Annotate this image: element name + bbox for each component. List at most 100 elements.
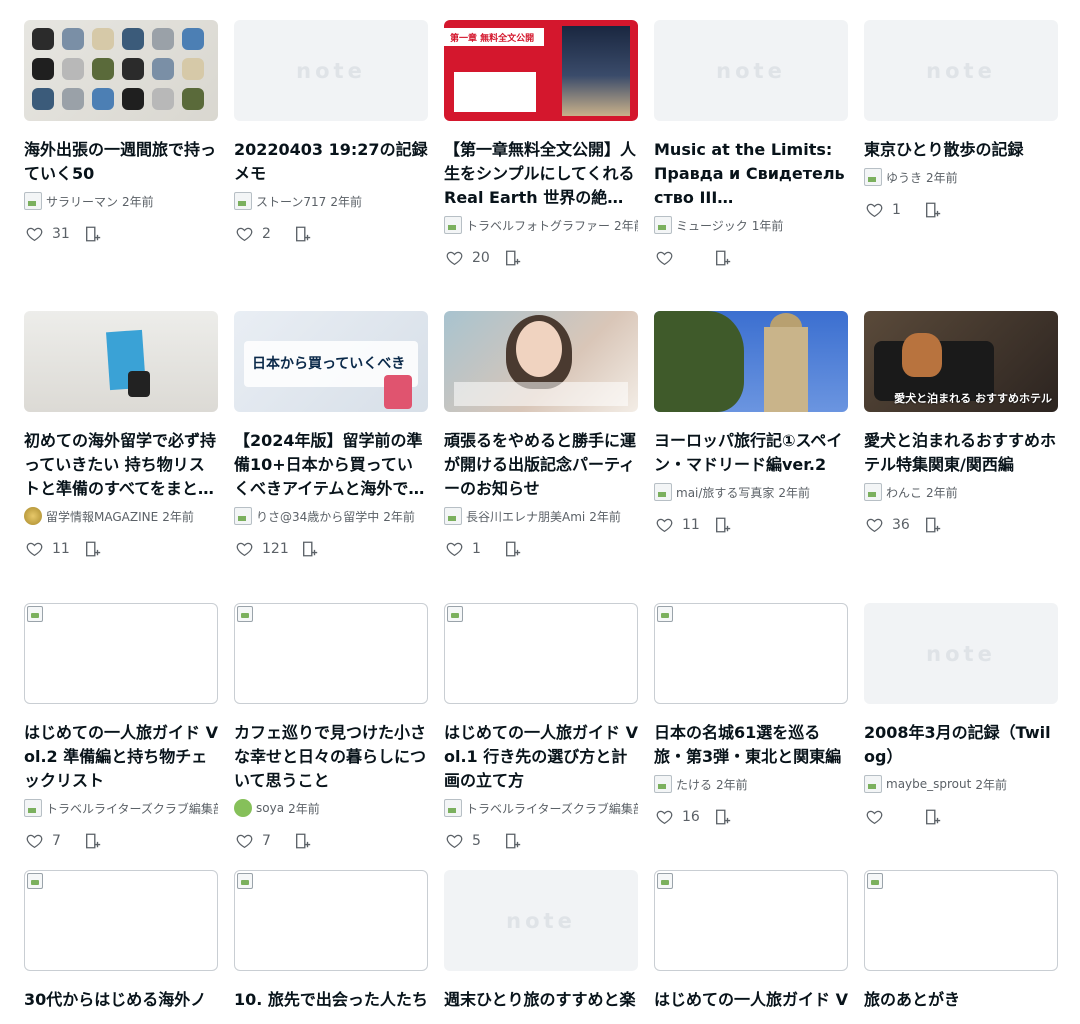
thumbnail-study-abroad[interactable]: 日本から買っていくべき — [234, 311, 428, 412]
thumbnail-placeholder[interactable]: note — [444, 870, 638, 971]
add-to-magazine-icon[interactable] — [924, 201, 942, 219]
add-to-magazine-icon[interactable] — [84, 540, 102, 558]
author-name[interactable]: maybe_sprout — [886, 777, 971, 791]
author-avatar[interactable] — [24, 507, 42, 525]
article-title[interactable]: 日本の名城61選を巡る旅・第3弾・東北と関東編 — [654, 721, 848, 769]
author-avatar[interactable] — [444, 216, 462, 234]
thumbnail-desk-photo[interactable] — [24, 311, 218, 412]
article-title[interactable]: 初めての海外留学で必ず持っていきたい 持ち物リストと準備のすべてをまとめた38の… — [24, 429, 218, 501]
article-card[interactable]: note 東京ひとり散歩の記録 ゆうき 2年前 1 — [864, 20, 1058, 311]
article-card[interactable]: ヨーロッパ旅行記①スペイン・マドリード編ver.2 mai/旅する写真家 2年前… — [654, 311, 848, 603]
like-heart-icon[interactable] — [445, 249, 464, 267]
article-card[interactable]: 第一章 無料全文公開 【第一章無料全文公開】人生をシンプルにしてくれる Real … — [444, 20, 638, 311]
article-card[interactable]: 愛犬と泊まれる おすすめホテル 愛犬と泊まれるおすすめホテル特集関東/関西編 わん… — [864, 311, 1058, 603]
add-to-magazine-icon[interactable] — [504, 832, 522, 850]
author-avatar[interactable] — [444, 507, 462, 525]
thumbnail-church-photo[interactable] — [654, 311, 848, 412]
article-author[interactable]: わんこ 2年前 — [864, 482, 1058, 502]
author-name[interactable]: トラベルフォトグラファー — [466, 217, 610, 234]
article-card[interactable]: 日本の名城61選を巡る旅・第3弾・東北と関東編 たける 2年前 16 — [654, 603, 848, 870]
article-author[interactable]: soya 2年前 — [234, 798, 428, 818]
add-to-magazine-icon[interactable] — [301, 540, 319, 558]
thumbnail-placeholder[interactable]: note — [654, 20, 848, 121]
article-title[interactable]: 海外出張の一週間旅で持っていく50 — [24, 138, 218, 186]
article-card[interactable]: 日本から買っていくべき【2024年版】留学前の準備10+日本から買っていくべきア… — [234, 311, 428, 603]
like-heart-icon[interactable] — [655, 249, 674, 267]
add-to-magazine-icon[interactable] — [84, 225, 102, 243]
thumbnail-broken-image[interactable] — [654, 870, 848, 971]
like-heart-icon[interactable] — [235, 225, 254, 243]
article-author[interactable]: ミュージック 1年前 — [654, 215, 848, 235]
author-avatar[interactable] — [24, 192, 42, 210]
article-author[interactable]: りさ@34歳から留学中 2年前 — [234, 506, 428, 526]
article-card[interactable]: 30代からはじめる海外ノマド生活のリアルな日常 — [24, 870, 218, 1010]
thumbnail-placeholder[interactable]: note — [864, 20, 1058, 121]
add-to-magazine-icon[interactable] — [714, 808, 732, 826]
author-name[interactable]: 長谷川エレナ朋美Ami — [466, 508, 585, 525]
article-author[interactable]: トラベルライターズクラブ編集部 2年前 — [444, 798, 638, 818]
author-name[interactable]: たける — [676, 776, 712, 793]
add-to-magazine-icon[interactable] — [294, 225, 312, 243]
like-heart-icon[interactable] — [445, 832, 464, 850]
article-title[interactable]: はじめての一人旅ガイド Vol.3 現地での過ごし方と注意点 — [654, 988, 848, 1010]
article-title[interactable]: はじめての一人旅ガイド Vol.2 準備編と持ち物チェックリスト — [24, 721, 218, 793]
article-author[interactable]: ストーン717 2年前 — [234, 191, 428, 211]
thumbnail-placeholder[interactable]: note — [864, 603, 1058, 704]
article-title[interactable]: 愛犬と泊まれるおすすめホテル特集関東/関西編 — [864, 429, 1058, 477]
author-avatar[interactable] — [654, 483, 672, 501]
add-to-magazine-icon[interactable] — [84, 832, 102, 850]
article-title[interactable]: 東京ひとり散歩の記録 — [864, 138, 1058, 162]
article-title[interactable]: 10. 旅先で出会った人たちのこと — [234, 988, 428, 1010]
author-avatar[interactable] — [654, 216, 672, 234]
like-heart-icon[interactable] — [25, 225, 44, 243]
author-avatar[interactable] — [234, 799, 252, 817]
thumbnail-broken-image[interactable] — [24, 603, 218, 704]
author-avatar[interactable] — [444, 799, 462, 817]
article-title[interactable]: ヨーロッパ旅行記①スペイン・マドリード編ver.2 — [654, 429, 848, 477]
article-author[interactable]: サラリーマン 2年前 — [24, 191, 218, 211]
article-card[interactable]: 海外出張の一週間旅で持っていく50 サラリーマン 2年前 31 — [24, 20, 218, 311]
author-avatar[interactable] — [654, 775, 672, 793]
like-heart-icon[interactable] — [235, 832, 254, 850]
like-heart-icon[interactable] — [25, 540, 44, 558]
like-heart-icon[interactable] — [865, 808, 884, 826]
article-title[interactable]: 20220403 19:27の記録メモ — [234, 138, 428, 186]
article-title[interactable]: Music at the Limits: Правда и Свидетельс… — [654, 138, 848, 210]
article-card[interactable]: カフェ巡りで見つけた小さな幸せと日々の暮らしについて思うこと soya 2年前 … — [234, 603, 428, 870]
thumbnail-broken-image[interactable] — [234, 603, 428, 704]
author-name[interactable]: トラベルライターズクラブ編集部 — [46, 800, 218, 817]
author-name[interactable]: サラリーマン — [46, 193, 118, 210]
article-title[interactable]: カフェ巡りで見つけた小さな幸せと日々の暮らしについて思うこと — [234, 721, 428, 793]
article-author[interactable]: トラベルライターズクラブ編集部 2年前 — [24, 798, 218, 818]
author-name[interactable]: わんこ — [886, 484, 922, 501]
article-card[interactable]: note 週末ひとり旅のすすめと楽しみ方 — [444, 870, 638, 1010]
article-title[interactable]: 頑張るをやめると勝手に運が開ける出版記念パーティーのお知らせ — [444, 429, 638, 501]
thumbnail-broken-image[interactable] — [864, 870, 1058, 971]
article-card[interactable]: 旅のあとがき — [864, 870, 1058, 1010]
article-card[interactable]: はじめての一人旅ガイド Vol.1 行き先の選び方と計画の立て方 トラベルライタ… — [444, 603, 638, 870]
add-to-magazine-icon[interactable] — [504, 249, 522, 267]
author-name[interactable]: トラベルライターズクラブ編集部 — [466, 800, 638, 817]
article-title[interactable]: 週末ひとり旅のすすめと楽しみ方 — [444, 988, 638, 1010]
author-avatar[interactable] — [864, 775, 882, 793]
like-heart-icon[interactable] — [25, 832, 44, 850]
article-title[interactable]: はじめての一人旅ガイド Vol.1 行き先の選び方と計画の立て方 — [444, 721, 638, 793]
author-avatar[interactable] — [864, 168, 882, 186]
author-avatar[interactable] — [234, 507, 252, 525]
author-name[interactable]: ゆうき — [886, 169, 922, 186]
article-author[interactable]: maybe_sprout 2年前 — [864, 774, 1058, 794]
like-heart-icon[interactable] — [655, 808, 674, 826]
author-avatar[interactable] — [864, 483, 882, 501]
author-avatar[interactable] — [24, 799, 42, 817]
author-name[interactable]: 留学情報MAGAZINE — [46, 508, 158, 525]
article-title[interactable]: 【2024年版】留学前の準備10+日本から買っていくべきアイテムと海外で買えるも… — [234, 429, 428, 501]
add-to-magazine-icon[interactable] — [714, 516, 732, 534]
article-card[interactable]: note Music at the Limits: Правда и Свидет… — [654, 20, 848, 311]
article-author[interactable]: 長谷川エレナ朋美Ami 2年前 — [444, 506, 638, 526]
thumbnail-packing-photo[interactable] — [24, 20, 218, 121]
like-heart-icon[interactable] — [445, 540, 464, 558]
article-card[interactable]: note 2008年3月の記録（Twilog） maybe_sprout 2年前 — [864, 603, 1058, 870]
thumbnail-broken-image[interactable] — [234, 870, 428, 971]
article-title[interactable]: 【第一章無料全文公開】人生をシンプルにしてくれる Real Earth 世界の絶… — [444, 138, 638, 210]
add-to-magazine-icon[interactable] — [924, 808, 942, 826]
